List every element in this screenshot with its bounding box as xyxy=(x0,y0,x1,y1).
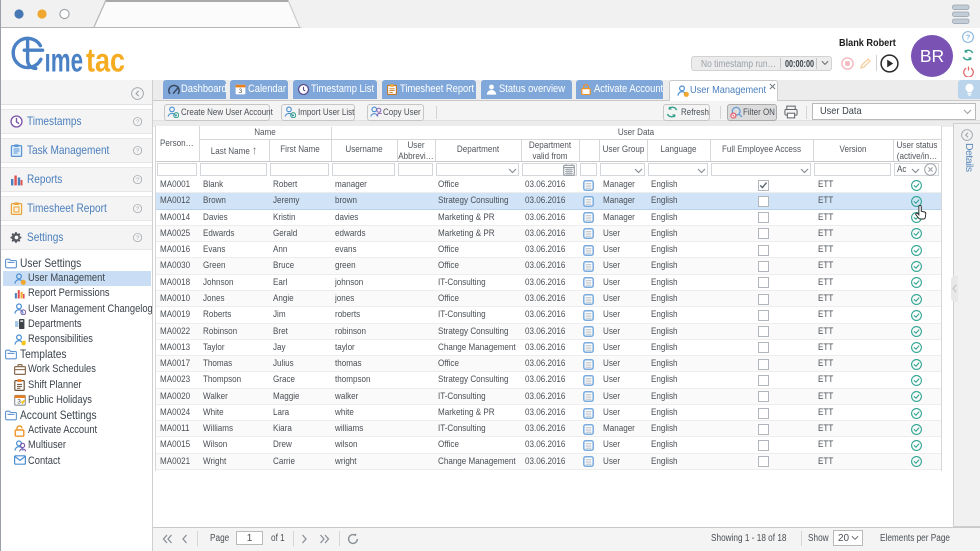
svg-text:?: ? xyxy=(136,148,139,154)
svg-text:?: ? xyxy=(136,206,139,212)
svg-text:tac: tac xyxy=(86,42,125,79)
svg-text:?: ? xyxy=(136,119,139,125)
svg-text:3: 3 xyxy=(17,399,21,406)
svg-text:?: ? xyxy=(136,235,139,241)
svg-text:?: ? xyxy=(966,33,971,42)
svg-text:ıme: ıme xyxy=(45,42,84,79)
svg-text:?: ? xyxy=(136,177,139,183)
